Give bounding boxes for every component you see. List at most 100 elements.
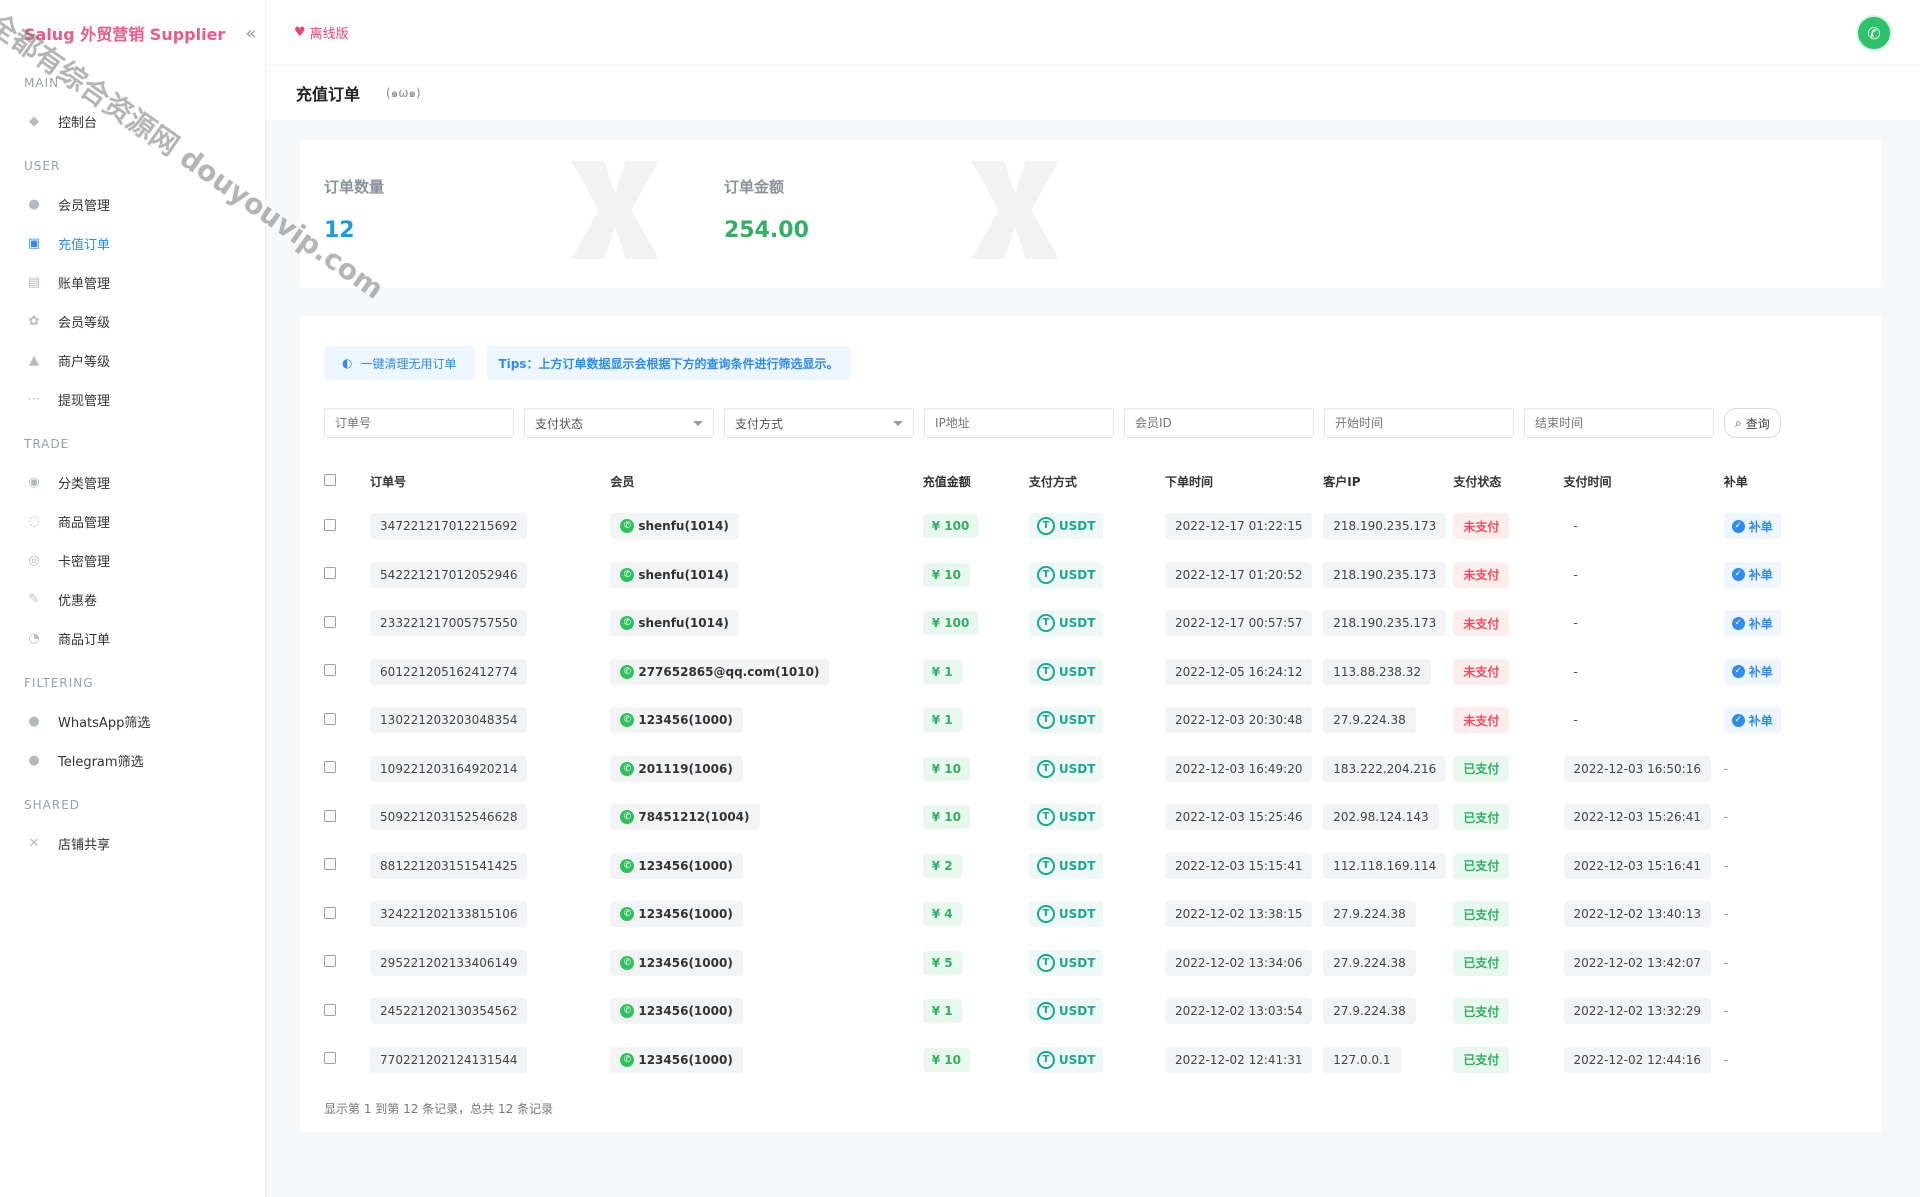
row-checkbox[interactable] <box>324 858 336 871</box>
payment-method-label: USDT <box>1058 664 1096 679</box>
select-all-checkbox[interactable] <box>324 473 336 486</box>
stat-order-amount: 订单金额 254.00 <box>700 140 1080 288</box>
sidebar-item[interactable]: ▤ 账单管理 <box>0 263 265 302</box>
collapse-sidebar-icon[interactable]: « <box>245 23 256 44</box>
sidebar-item[interactable]: ◎ 卡密管理 <box>0 541 265 580</box>
member-cell: ✆ 277652865@qq.com(1010) <box>610 648 922 697</box>
row-checkbox[interactable] <box>324 955 336 968</box>
sidebar-item[interactable]: ✕ 店铺共享 <box>0 824 265 863</box>
row-checkbox[interactable] <box>324 615 336 628</box>
column-header: 下单时间 <box>1165 474 1214 489</box>
sidebar-item[interactable]: ◌ 商品管理 <box>0 502 265 541</box>
sidebar-item-label: 控制台 <box>58 116 98 131</box>
table-row: 601221205162412774 ✆ 277652865@qq.com(1010… <box>324 648 1864 697</box>
created-cell: 2022-12-17 01:20:52 <box>1165 551 1323 600</box>
payment-method-label: USDT <box>1058 907 1096 922</box>
member-badge[interactable]: ✆ 123456(1000) <box>610 998 743 1025</box>
sidebar-item[interactable]: ✎ 优惠卷 <box>0 580 265 619</box>
page-header: 充值订单 (๑ω๑) <box>266 66 1920 120</box>
avatar[interactable]: ✆ <box>1856 15 1892 51</box>
sidebar-item-label: WhatsApp筛选 <box>58 716 151 731</box>
pay-status-select[interactable]: 支付状态 <box>524 408 714 438</box>
row-checkbox[interactable] <box>324 567 336 580</box>
amount-badge: ¥ 10 <box>922 562 970 587</box>
member-cell: ✆ shenfu(1014) <box>610 599 922 648</box>
order-no: 295221202133406149 <box>370 949 528 976</box>
offline-link[interactable]: ♥ 离线版 <box>294 23 349 42</box>
row-checkbox[interactable] <box>324 712 336 725</box>
pay-time-cell: 2022-12-03 15:16:41 <box>1563 842 1724 891</box>
member-badge[interactable]: ✆ 78451212(1004) <box>610 804 760 831</box>
sidebar-item[interactable]: ✿ 会员等级 <box>0 302 265 341</box>
member-badge[interactable]: ✆ 123456(1000) <box>610 852 743 879</box>
payment-method-badge: T USDT <box>1028 901 1104 928</box>
search-button[interactable]: ⌕ 查询 <box>1724 408 1781 438</box>
fix-label: 补单 <box>1748 568 1773 583</box>
created-cell: 2022-12-17 00:57:57 <box>1165 599 1323 648</box>
member-badge[interactable]: ✆ 123456(1000) <box>610 949 743 976</box>
order-no-cell: 295221202133406149 <box>370 939 610 988</box>
sidebar-item[interactable]: ● WhatsApp筛选 <box>0 702 265 741</box>
start-time-input[interactable] <box>1324 408 1514 438</box>
stat-label: 订单金额 <box>724 178 785 196</box>
whatsapp-icon: ✆ <box>620 1052 635 1067</box>
coupon-icon: ✎ <box>28 592 40 607</box>
created-cell: 2022-12-05 16:24:12 <box>1165 648 1323 697</box>
fix-order-button[interactable]: ✓ 补单 <box>1723 658 1781 685</box>
sidebar-item[interactable]: ◔ 商品订单 <box>0 619 265 658</box>
member-badge[interactable]: ✆ 123456(1000) <box>610 901 743 928</box>
ip-input[interactable] <box>924 408 1114 438</box>
row-checkbox[interactable] <box>324 1003 336 1016</box>
member-id-input[interactable] <box>1124 408 1314 438</box>
sidebar-item[interactable]: ▣ 充值订单 <box>0 224 265 263</box>
fix-order-button[interactable]: ✓ 补单 <box>1723 610 1781 637</box>
member-badge[interactable]: ✆ shenfu(1014) <box>610 561 739 588</box>
row-checkbox[interactable] <box>324 906 336 919</box>
order-no-input[interactable] <box>324 408 514 438</box>
fix-order-button[interactable]: ✓ 补单 <box>1723 561 1781 588</box>
sidebar-item[interactable]: ◉ 分类管理 <box>0 463 265 502</box>
whatsapp-icon: ✆ <box>620 810 635 825</box>
member-badge[interactable]: ✆ 277652865@qq.com(1010) <box>610 658 830 685</box>
merchant-icon: ▲ <box>29 353 39 368</box>
member-badge[interactable]: ✆ 123456(1000) <box>610 1046 743 1073</box>
row-checkbox[interactable] <box>324 664 336 677</box>
clean-orders-button[interactable]: ◐ 一键清理无用订单 <box>324 346 475 380</box>
pay-time: - <box>1573 616 1578 631</box>
member-badge[interactable]: ✆ 123456(1000) <box>610 707 743 734</box>
fix-label: 补单 <box>1748 713 1773 728</box>
pay-method-select[interactable]: 支付方式 <box>724 408 914 438</box>
sidebar: Salug 外贸营销 Supplier « MAIN ◆ 控制台 USER ● 会员管理 ▣… <box>0 0 266 1197</box>
row-checkbox[interactable] <box>324 761 336 774</box>
fix-order-button[interactable]: ✓ 补单 <box>1723 513 1781 540</box>
sidebar-item[interactable]: ◆ 控制台 <box>0 102 265 141</box>
amount-cell: ¥ 10 <box>922 1036 1029 1085</box>
row-checkbox[interactable] <box>324 518 336 531</box>
member-name: shenfu(1014) <box>638 616 729 631</box>
sidebar-item[interactable]: ⋯ 提现管理 <box>0 380 265 419</box>
member-cell: ✆ 123456(1000) <box>610 842 922 891</box>
fix-order-button[interactable]: ✓ 补单 <box>1723 707 1781 734</box>
fix-cell: ✓ 补单 <box>1723 648 1864 697</box>
status-cell: 已支付 <box>1453 890 1563 939</box>
fix-cell: - <box>1724 890 1864 939</box>
client-ip: 218.190.235.173 <box>1323 513 1447 540</box>
sidebar-item[interactable]: ● Telegram筛选 <box>0 741 265 780</box>
end-time-input[interactable] <box>1524 408 1714 438</box>
sidebar-item[interactable]: ▲ 商户等级 <box>0 341 265 380</box>
member-badge[interactable]: ✆ shenfu(1014) <box>610 610 739 637</box>
row-checkbox[interactable] <box>324 809 336 822</box>
tether-icon: T <box>1036 953 1055 972</box>
table-row: 130221203203048354 ✆ 123456(1000) ¥ 1 T USDT 2… <box>324 696 1864 745</box>
stat-order-count: 订单数量 12 <box>300 140 680 288</box>
member-badge[interactable]: ✆ shenfu(1014) <box>610 513 739 540</box>
sidebar-item[interactable]: ● 会员管理 <box>0 185 265 224</box>
tether-icon: T <box>1036 808 1055 827</box>
tether-icon: T <box>1036 711 1055 730</box>
method-cell: T USDT <box>1028 890 1165 939</box>
row-checkbox[interactable] <box>324 1052 336 1065</box>
member-badge[interactable]: ✆ 201119(1006) <box>610 755 743 782</box>
table-row: 347221217012215692 ✆ shenfu(1014) ¥ 100 T USD… <box>324 502 1864 551</box>
sidebar-item-label: 账单管理 <box>58 277 111 292</box>
pay-time: 2022-12-02 13:42:07 <box>1563 949 1711 976</box>
